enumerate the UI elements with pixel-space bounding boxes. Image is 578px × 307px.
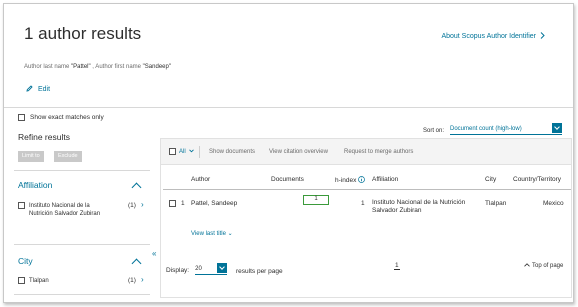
limit-to-button[interactable]: Limit to [18, 151, 44, 162]
column-header-affiliation[interactable]: Affiliation [372, 176, 398, 183]
h-index-value: 1 [361, 200, 365, 207]
divider [14, 170, 150, 171]
refine-sidebar: Show exact matches only Refine results L… [4, 108, 154, 302]
h-index-label: h-index [335, 177, 357, 184]
facet-checkbox[interactable] [18, 202, 25, 209]
exact-matches-label: Show exact matches only [30, 114, 104, 121]
search-results-page: 1 author results About Scopus Author Ide… [3, 3, 574, 303]
top-of-page-label: Top of page [532, 263, 564, 269]
exclude-button[interactable]: Exclude [54, 151, 82, 162]
results-per-page-select[interactable]: 20 [195, 263, 228, 275]
results-toolbar: All Show documents View citation overvie… [161, 139, 571, 165]
info-icon[interactable] [358, 176, 366, 185]
row-checkbox[interactable] [169, 200, 176, 207]
facet-label: Instituto Nacional de la Nutrición Salva… [29, 203, 101, 217]
sort-label: Sort on: [423, 127, 445, 134]
header-divider [163, 189, 571, 190]
page-title: 1 author results [24, 24, 142, 43]
chevron-down-icon [552, 123, 563, 133]
facet-count: (1) [128, 202, 136, 209]
results-per-page-label: results per page [236, 268, 283, 275]
query-last-name: "Pattel" [71, 64, 91, 70]
results-footer: Display: 20 results per page 1 Top of pa… [160, 256, 573, 286]
column-header-documents[interactable]: Documents [271, 176, 304, 183]
edit-search-button[interactable]: Edit [26, 85, 50, 94]
country-value: Mexico [543, 200, 564, 207]
chevron-down-icon [217, 263, 228, 273]
chevron-right-icon [540, 32, 545, 41]
chevron-up-icon [524, 263, 530, 269]
page-number[interactable]: 1 [394, 262, 400, 270]
collapse-sidebar-icon[interactable]: « [152, 249, 156, 258]
pencil-icon [26, 85, 33, 94]
column-header-h-index[interactable]: h-index [335, 176, 366, 185]
query-prefix: Author last name [24, 64, 72, 70]
sort-value: Document count (high-low) [450, 126, 522, 132]
city-facet-heading[interactable]: City [18, 256, 33, 266]
display-label: Display: [166, 267, 190, 274]
documents-count-link[interactable]: 1 [303, 195, 329, 205]
row-index: 1 [181, 200, 185, 207]
facet-checkbox[interactable] [18, 277, 25, 284]
about-link-label: About Scopus Author Identifier [441, 33, 536, 40]
facet-item-affiliation[interactable]: Instituto Nacional de la Nutrición Salva… [18, 202, 101, 218]
query-middle: , Author first name [90, 64, 143, 70]
show-documents-button[interactable]: Show documents [209, 149, 255, 155]
affiliation-facet-heading[interactable]: Affiliation [18, 180, 52, 190]
facet-label: Tlalpan [29, 278, 49, 284]
divider [199, 146, 200, 158]
exact-matches-checkbox[interactable] [18, 114, 25, 121]
view-last-title-label: View last title [191, 231, 226, 237]
column-header-country[interactable]: Country/Territory [513, 176, 561, 183]
column-header-city[interactable]: City [485, 176, 496, 183]
chevron-down-icon: ⌄ [227, 231, 233, 237]
sort-control: Sort on: Document count (high-low) [423, 123, 563, 135]
divider [14, 244, 150, 245]
top-of-page-link[interactable]: Top of page [524, 263, 563, 269]
chevron-up-icon[interactable] [131, 182, 142, 193]
display-control: Display: 20 [166, 263, 228, 275]
chevron-down-icon [188, 148, 194, 155]
query-first-name: "Sandeep" [142, 64, 171, 70]
divider [14, 294, 150, 295]
chevron-right-icon[interactable]: › [141, 275, 144, 284]
results-per-page-value: 20 [195, 266, 202, 272]
chevron-right-icon[interactable]: › [141, 200, 144, 209]
select-all-checkbox[interactable] [169, 148, 176, 155]
column-header-author[interactable]: Author [191, 176, 210, 183]
edit-label: Edit [38, 86, 51, 93]
city-value: Tlalpan [485, 200, 507, 207]
view-last-title-toggle[interactable]: View last title ⌄ [191, 230, 233, 237]
chevron-up-icon[interactable] [131, 258, 142, 269]
select-all-control[interactable]: All [169, 148, 194, 155]
view-citation-overview-button[interactable]: View citation overview [269, 149, 328, 155]
search-query: Author last name "Pattel" , Author first… [24, 64, 171, 70]
about-author-identifier-link[interactable]: About Scopus Author Identifier [441, 32, 545, 41]
refine-results-heading: Refine results [18, 132, 70, 142]
request-merge-button[interactable]: Request to merge authors [344, 149, 413, 155]
facet-count: (1) [128, 277, 136, 284]
results-panel: Sort on: Document count (high-low) All S… [160, 108, 573, 302]
sort-select[interactable]: Document count (high-low) [450, 123, 563, 135]
exact-matches-option[interactable]: Show exact matches only [18, 114, 104, 121]
facet-item-city[interactable]: Tlalpan [18, 277, 101, 285]
author-name-link[interactable]: Pattel, Sandeep [191, 200, 237, 207]
select-all-label: All [179, 148, 186, 155]
affiliation-value: Instituto Nacional de la Nutrición Salva… [372, 199, 466, 214]
